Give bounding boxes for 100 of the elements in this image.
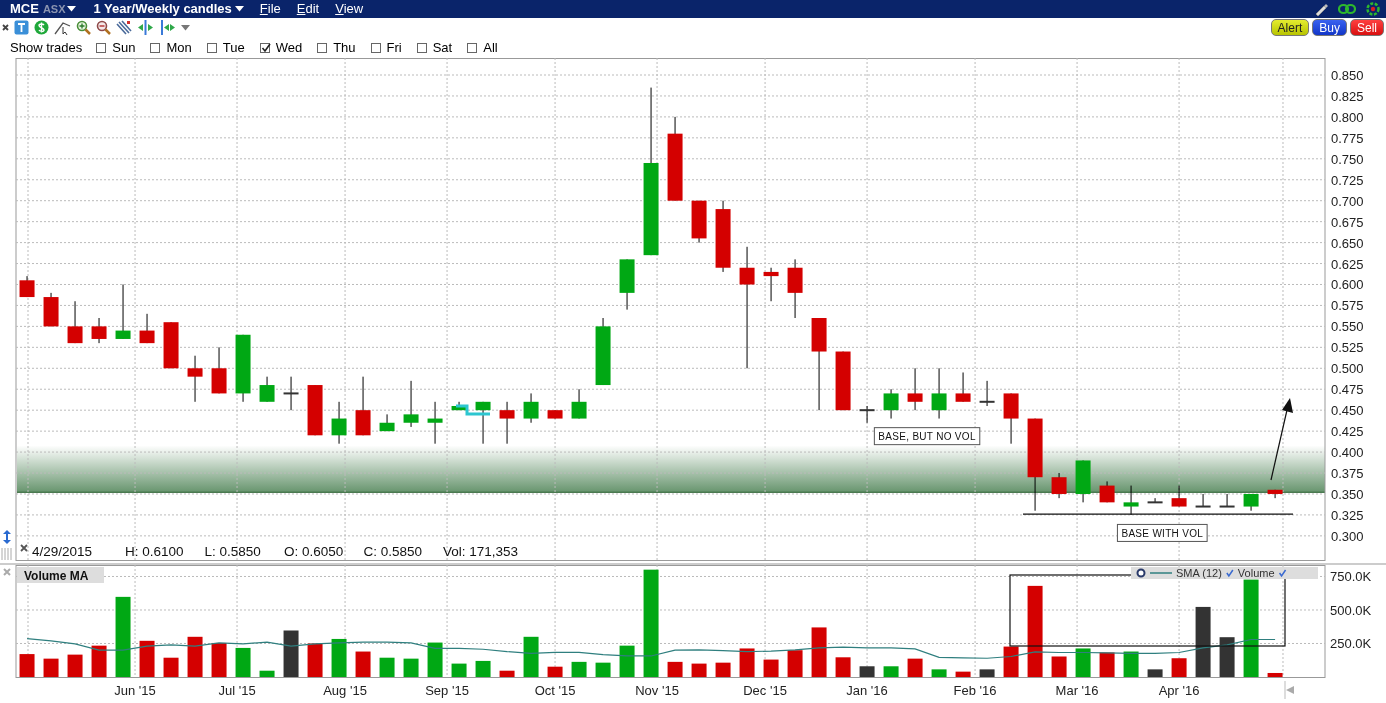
volume-bar: [883, 666, 899, 677]
chart-title: Volume MA: [17, 567, 104, 583]
day-label: Mon: [166, 38, 192, 57]
check-icon[interactable]: [1226, 569, 1234, 578]
grip-icon[interactable]: [1, 547, 12, 561]
axis-label: Dec '15: [743, 683, 787, 698]
settings-icon[interactable]: [1136, 568, 1146, 578]
exchange-text: ASX: [42, 1, 66, 17]
checkbox[interactable]: [467, 42, 478, 53]
dollar-icon[interactable]: [34, 20, 49, 35]
ohlc-value: H: 0.6100: [125, 544, 184, 559]
checkbox[interactable]: [370, 42, 381, 53]
alert-button[interactable]: Alert: [1270, 19, 1310, 36]
volume-bar: [547, 666, 563, 677]
axis-label: 0.625: [1331, 256, 1364, 272]
axis-label: 0.850: [1331, 68, 1364, 83]
caret-icon: [234, 6, 244, 12]
axis-label: Mar '16: [1055, 683, 1099, 698]
axis-label: 0.350: [1331, 486, 1364, 502]
show-trades-label: Show trades: [10, 38, 83, 57]
axis-label: 0.400: [1331, 445, 1364, 461]
check-icon[interactable]: [1278, 569, 1287, 578]
close-icon[interactable]: [2, 24, 9, 31]
day-label: Fri: [386, 38, 402, 57]
axis-label: 0.550: [1331, 319, 1364, 335]
candlestick: [67, 300, 83, 344]
contract-icon[interactable]: [159, 20, 176, 35]
axis-label: 0.825: [1331, 88, 1364, 104]
axis-label: 0.300: [1331, 528, 1364, 544]
day-label: Wed: [275, 38, 303, 57]
zoom-in-icon[interactable]: [76, 20, 91, 35]
volume-bar: [499, 670, 515, 677]
candlestick: [1123, 485, 1139, 516]
day-label: Tue: [222, 38, 245, 57]
candlestick: [139, 313, 155, 344]
pencil-icon[interactable]: [1314, 2, 1328, 16]
zoom-out-icon[interactable]: [96, 20, 111, 35]
checkbox[interactable]: [317, 42, 328, 53]
menu-item[interactable]: Edit: [296, 0, 320, 19]
axis-label: 0.325: [1331, 507, 1364, 523]
axis-label: 0.575: [1331, 298, 1364, 314]
volume-bar: [955, 671, 971, 677]
candlestick: [211, 346, 227, 394]
volume-bar: [1147, 669, 1163, 677]
expand-icon[interactable]: [137, 20, 154, 35]
candlestick: [331, 401, 347, 445]
link-icon[interactable]: [1338, 3, 1356, 15]
candlestick: [547, 409, 563, 420]
candlestick: [283, 376, 299, 411]
day-label: All: [483, 38, 498, 57]
candlestick: [499, 401, 515, 445]
annotation-label: BASE WITH VOL: [1116, 523, 1208, 542]
candlestick: [19, 275, 35, 298]
axis-label: Jan '16: [846, 683, 888, 698]
axis-label: 0.450: [1331, 403, 1364, 419]
candlestick: [955, 371, 971, 403]
axis-label: 0.775: [1331, 130, 1364, 146]
candlestick: [115, 284, 131, 340]
line-cursor-icon[interactable]: [54, 20, 71, 35]
menu-item[interactable]: View: [335, 0, 364, 19]
checkbox[interactable]: [259, 42, 270, 53]
buy-button[interactable]: Buy: [1312, 19, 1347, 36]
candlestick: [835, 351, 851, 411]
day-label: Sat: [432, 38, 453, 57]
axis-label: 0.500: [1331, 361, 1364, 377]
axis-label: 250.0K: [1330, 636, 1372, 652]
close-icon[interactable]: [20, 544, 28, 552]
candlestick: [187, 355, 203, 403]
candlestick: [451, 401, 467, 411]
checkbox[interactable]: [206, 42, 217, 53]
axis-label: Oct '15: [534, 683, 576, 698]
checkbox[interactable]: [150, 42, 161, 53]
candlestick: [91, 317, 107, 344]
sell-button[interactable]: Sell: [1350, 19, 1384, 36]
day-label: Sun: [112, 38, 136, 57]
volume-bar: [979, 669, 995, 677]
candlestick: [1147, 497, 1163, 504]
menu-item[interactable]: File: [259, 0, 281, 19]
gear-icon[interactable]: [1366, 2, 1380, 16]
axis-label: 0.525: [1331, 340, 1364, 356]
candlestick: [1195, 493, 1211, 508]
diagonal-lines-icon[interactable]: [116, 20, 132, 35]
ohlc-value: O: 0.6050: [284, 544, 344, 559]
candlestick: [163, 321, 179, 369]
candlestick: [1051, 472, 1067, 499]
date-text: 4/29/2015: [32, 544, 93, 559]
candlestick: [475, 401, 491, 445]
period-dropdown[interactable]: 1 Year/Weekly candles: [93, 0, 244, 19]
candlestick: [259, 376, 275, 403]
caret-icon[interactable]: [66, 6, 76, 12]
axis-label: Nov '15: [635, 683, 679, 698]
ohlc-value: C: 0.5850: [363, 544, 423, 559]
text-tool-icon[interactable]: [14, 20, 29, 35]
checkbox[interactable]: [416, 42, 427, 53]
axis-label: 0.475: [1331, 382, 1364, 398]
ohlc-value: L: 0.5850: [204, 544, 261, 559]
legend-label: Volume: [1237, 567, 1275, 579]
resize-icon[interactable]: [3, 530, 11, 544]
candlestick: [883, 388, 899, 420]
checkbox[interactable]: [96, 42, 107, 53]
